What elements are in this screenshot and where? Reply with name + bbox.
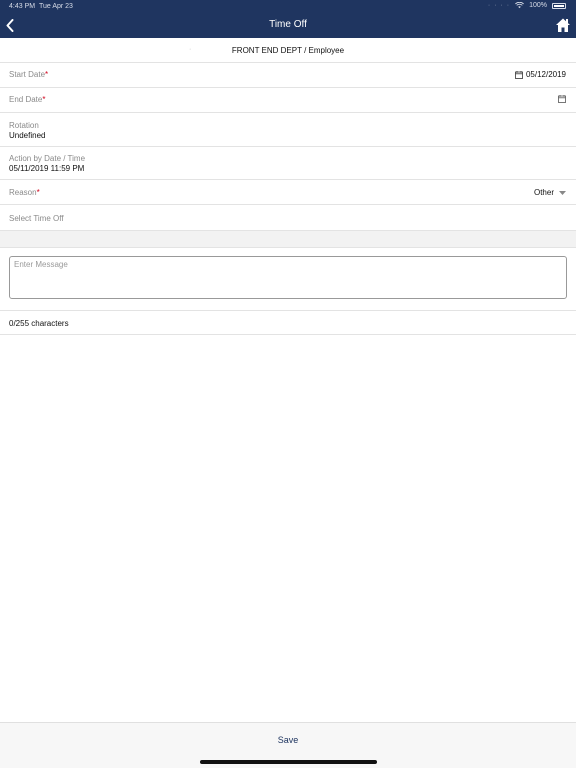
nav-header: 4:43 PM Tue Apr 23 · · · · 100% Time Off: [0, 0, 576, 38]
dropdown-arrow-icon: [559, 190, 566, 195]
calendar-icon: [515, 70, 523, 79]
end-date-label: End Date*: [9, 95, 46, 104]
action-by-row: Action by Date / Time 05/11/2019 11:59 P…: [0, 147, 576, 180]
department-label: FRONT END DEPT / Employee: [231, 46, 345, 55]
message-input[interactable]: Enter Message: [9, 256, 567, 299]
message-placeholder: Enter Message: [14, 260, 68, 269]
home-indicator[interactable]: [200, 760, 377, 764]
action-by-label: Action by Date / Time: [9, 154, 86, 163]
start-date-field[interactable]: 05/12/2019: [515, 70, 566, 79]
character-counter-row: 0/255 characters: [0, 310, 576, 335]
department-bar[interactable]: · FRONT END DEPT / Employee: [0, 38, 576, 63]
rotation-value: Undefined: [9, 131, 46, 140]
home-button[interactable]: [555, 17, 571, 33]
signal-dots: · · · ·: [487, 2, 511, 9]
reason-select[interactable]: Other: [534, 188, 566, 197]
start-date-label: Start Date*: [9, 70, 49, 79]
start-date-row[interactable]: Start Date* 05/12/2019: [0, 63, 576, 88]
action-by-value: 05/11/2019 11:59 PM: [9, 164, 85, 173]
wifi-icon: [515, 2, 525, 9]
reason-label: Reason*: [9, 188, 40, 197]
status-time: 4:43 PM: [9, 3, 36, 10]
end-date-row[interactable]: End Date*: [0, 88, 576, 113]
section-separator: [0, 231, 576, 248]
reason-value: Other: [533, 188, 554, 197]
home-icon: [556, 18, 570, 32]
select-time-off-label: Select Time Off: [9, 214, 64, 223]
character-counter: 0/255 characters: [9, 319, 69, 328]
battery-icon: [552, 2, 566, 9]
rotation-label: Rotation: [9, 121, 39, 130]
status-time-date: 4:43 PM Tue Apr 23: [9, 3, 73, 10]
battery-percent: 100%: [529, 2, 547, 9]
save-button[interactable]: Save: [0, 735, 576, 745]
status-right: · · · · 100%: [488, 2, 566, 9]
reason-row[interactable]: Reason* Other: [0, 180, 576, 205]
start-date-value: 05/12/2019: [525, 70, 566, 79]
status-date: Tue Apr 23: [38, 3, 73, 10]
calendar-icon: [558, 95, 566, 103]
status-bar: 4:43 PM Tue Apr 23 · · · · 100%: [0, 0, 576, 13]
select-time-off-row[interactable]: Select Time Off: [0, 205, 576, 231]
end-date-field[interactable]: [555, 95, 566, 103]
rotation-row: Rotation Undefined: [0, 113, 576, 147]
page-title: Time Off: [269, 19, 307, 30]
